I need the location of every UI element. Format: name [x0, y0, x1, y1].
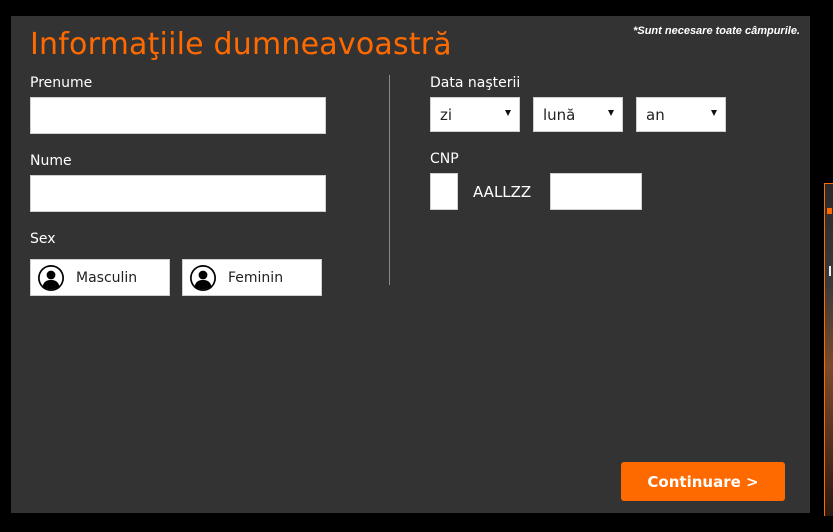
side-banner-edge	[824, 183, 833, 516]
column-divider	[389, 75, 390, 285]
birth-month-value: lună	[543, 106, 576, 124]
required-fields-note: *Sunt necesare toate câmpurile.	[633, 25, 800, 37]
page: Informaţiile dumneavoastră *Sunt necesar…	[0, 0, 833, 532]
birth-month-select[interactable]: lună	[533, 97, 623, 132]
last-name-label: Nume	[30, 153, 72, 169]
birth-date-label: Data naşterii	[430, 75, 521, 91]
cnp-last-digits-input[interactable]	[550, 173, 642, 210]
personal-info-form: Informaţiile dumneavoastră *Sunt necesar…	[11, 16, 810, 513]
chevron-down-icon	[711, 110, 717, 116]
sex-option-female-label: Feminin	[228, 269, 284, 286]
first-name-label: Prenume	[30, 75, 93, 91]
chevron-down-icon	[505, 110, 511, 116]
birth-year-value: an	[646, 106, 665, 124]
continue-button[interactable]: Continuare >	[621, 462, 785, 501]
form-title: Informaţiile dumneavoastră	[30, 27, 452, 62]
birth-day-value: zi	[440, 106, 453, 124]
sex-option-female-button[interactable]: Feminin	[182, 259, 322, 296]
birth-year-select[interactable]: an	[636, 97, 726, 132]
birth-day-select[interactable]: zi	[430, 97, 520, 132]
side-banner-mark	[829, 266, 831, 276]
sex-option-male-label: Masculin	[76, 269, 138, 286]
chevron-down-icon	[608, 110, 614, 116]
user-avatar-icon	[38, 264, 64, 291]
side-banner-accent	[827, 208, 832, 214]
last-name-input[interactable]	[30, 175, 326, 212]
first-name-input[interactable]	[30, 97, 326, 134]
cnp-first-digit-input[interactable]	[430, 173, 458, 210]
sex-option-male-button[interactable]: Masculin	[30, 259, 170, 296]
cnp-date-hint: AALLZZ	[473, 183, 532, 201]
user-avatar-icon	[190, 264, 216, 291]
cnp-label: CNP	[430, 151, 459, 167]
sex-label: Sex	[30, 231, 56, 247]
